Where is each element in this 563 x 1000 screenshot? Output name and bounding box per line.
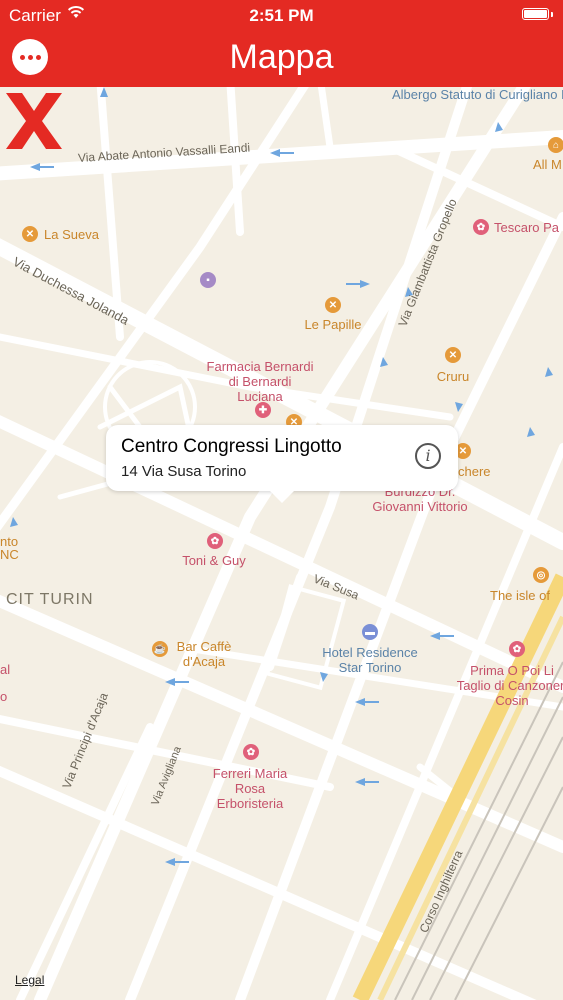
beauty-icon[interactable]: ✿ — [473, 219, 489, 235]
status-bar: Carrier 2:51 PM — [0, 0, 563, 30]
beauty-icon[interactable]: ✿ — [207, 533, 223, 549]
restaurant-icon[interactable]: ✕ — [325, 297, 341, 313]
info-icon[interactable]: i — [415, 443, 441, 469]
beauty-icon[interactable]: ✿ — [509, 641, 525, 657]
place-label[interactable]: al — [0, 662, 10, 677]
place-label[interactable]: The isle of — [490, 588, 550, 603]
area-label: CIT TURIN — [6, 591, 94, 608]
place-label[interactable]: La Sueva — [44, 227, 99, 242]
place-label[interactable]: Cruru — [423, 369, 483, 384]
place-label[interactable]: Hotel Residence Star Torino — [310, 645, 430, 675]
location-marker-icon[interactable] — [0, 87, 68, 155]
place-label[interactable]: Bar Caffè d'Acaja — [164, 639, 244, 669]
restaurant-icon[interactable]: ⌂ — [548, 137, 563, 153]
battery-icon — [522, 8, 553, 20]
status-time: 2:51 PM — [249, 6, 314, 25]
place-label[interactable]: Toni & Guy — [174, 553, 254, 568]
place-label[interactable]: o — [0, 689, 7, 704]
pharmacy-icon[interactable]: ✚ — [255, 402, 271, 418]
callout-subtitle: 14 Via Susa Torino — [121, 463, 247, 480]
nav-bar: Mappa — [0, 30, 563, 87]
callout-title: Centro Congressi Lingotto — [121, 436, 342, 457]
hotel-icon[interactable]: ▬ — [362, 624, 378, 640]
place-label[interactable]: Prima O Poi Li Taglio di Canzoneri Cosin — [452, 663, 563, 708]
map-view[interactable]: Via Abate Antonio Vassalli Eandi Via Duc… — [0, 87, 563, 1000]
legal-link[interactable]: Legal — [15, 973, 44, 987]
place-label[interactable]: Albergo Statuto di Curigliano Rosaria Du… — [392, 87, 563, 102]
location-callout[interactable]: Centro Congressi Lingotto 14 Via Susa To… — [106, 425, 458, 503]
shop-icon[interactable]: ▪ — [200, 272, 216, 288]
place-label[interactable]: NC — [0, 547, 19, 562]
beauty-icon[interactable]: ✿ — [243, 744, 259, 760]
place-label[interactable]: Le Papille — [293, 317, 373, 332]
store-icon[interactable]: ◎ — [533, 567, 549, 583]
restaurant-icon[interactable]: ✕ — [445, 347, 461, 363]
place-label[interactable]: Tescaro Pa — [494, 220, 559, 235]
place-label[interactable]: All M — [533, 157, 562, 172]
place-label[interactable]: chere — [458, 464, 491, 479]
place-label[interactable]: Farmacia Bernardi di Bernardi Luciana — [205, 359, 315, 404]
page-title: Mappa — [229, 38, 334, 76]
restaurant-icon[interactable]: ✕ — [22, 226, 38, 242]
place-label[interactable]: Ferreri Maria Rosa Erboristeria — [200, 766, 300, 811]
